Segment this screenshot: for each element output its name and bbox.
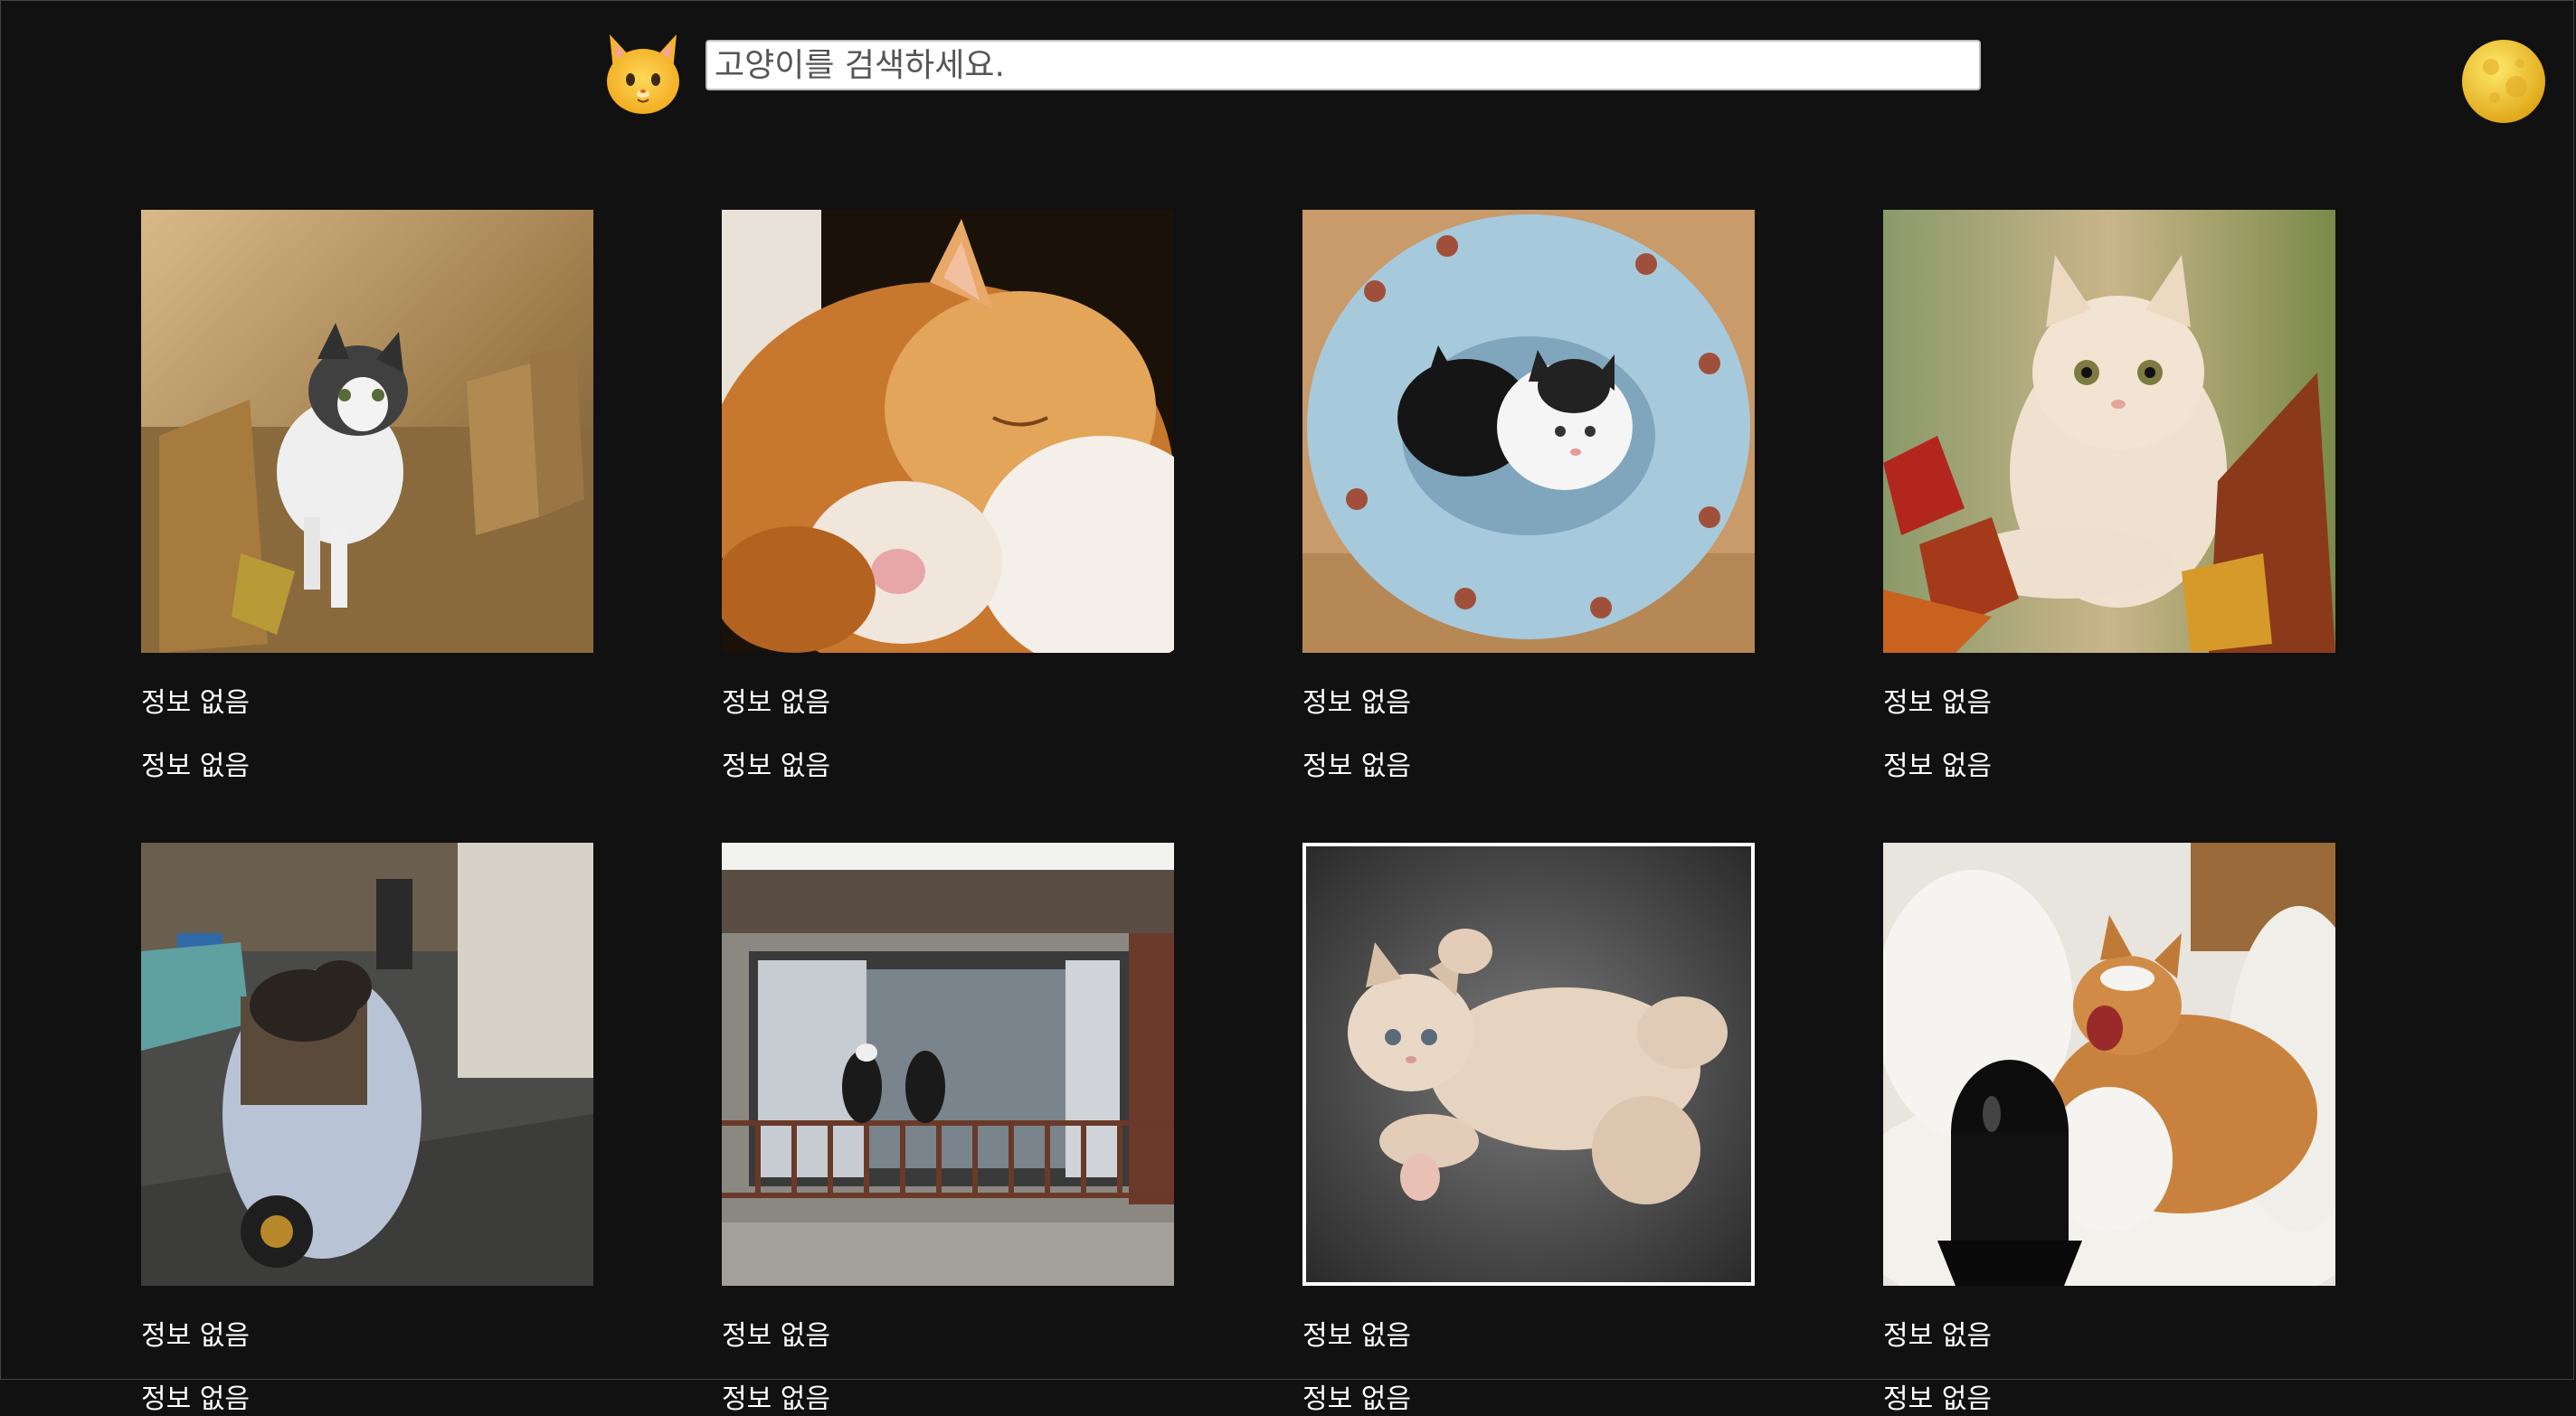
cat-card[interactable]: 정보 없음 정보 없음: [141, 843, 593, 1415]
cat-image[interactable]: [1302, 210, 1755, 653]
cat-info-primary: 정보 없음: [141, 1320, 250, 1352]
cat-image[interactable]: [141, 210, 593, 653]
cat-card[interactable]: 정보 없음 정보 없음: [1883, 210, 2335, 782]
cat-info-primary: 정보 없음: [1883, 1320, 1992, 1352]
cat-card[interactable]: 정보 없음 정보 없음: [1883, 843, 2335, 1415]
cat-card[interactable]: 정보 없음 정보 없음: [1302, 210, 1755, 782]
cat-image[interactable]: [722, 843, 1174, 1286]
cat-image[interactable]: [141, 843, 593, 1286]
cat-info-secondary: 정보 없음: [1302, 1383, 1411, 1415]
cat-info-primary: 정보 없음: [141, 687, 250, 719]
cat-card[interactable]: 정보 없음 정보 없음: [1302, 843, 1755, 1415]
cat-info-primary: 정보 없음: [722, 687, 830, 719]
cat-card[interactable]: 정보 없음 정보 없음: [722, 843, 1174, 1415]
cat-grid: 정보 없음 정보 없음 정보 없음 정보 없음 정보 없음 정보 없음 정보 없…: [0, 0, 2576, 1415]
cat-card[interactable]: 정보 없음 정보 없음: [141, 210, 593, 782]
cat-info-primary: 정보 없음: [722, 1320, 830, 1352]
cat-info-secondary: 정보 없음: [1883, 750, 1992, 782]
cat-image[interactable]: [1883, 210, 2335, 653]
cat-info-secondary: 정보 없음: [722, 750, 830, 782]
cat-image[interactable]: [1883, 843, 2335, 1286]
cat-info-primary: 정보 없음: [1302, 1320, 1411, 1352]
cat-info-primary: 정보 없음: [1302, 687, 1411, 719]
cat-card[interactable]: 정보 없음 정보 없음: [722, 210, 1174, 782]
cat-info-secondary: 정보 없음: [141, 750, 250, 782]
cat-image[interactable]: [1302, 843, 1755, 1286]
cat-info-secondary: 정보 없음: [1883, 1383, 1992, 1415]
cat-info-primary: 정보 없음: [1883, 687, 1992, 719]
cat-image[interactable]: [722, 210, 1174, 653]
cat-info-secondary: 정보 없음: [1302, 750, 1411, 782]
cat-info-secondary: 정보 없음: [141, 1383, 250, 1415]
cat-info-secondary: 정보 없음: [722, 1383, 830, 1415]
